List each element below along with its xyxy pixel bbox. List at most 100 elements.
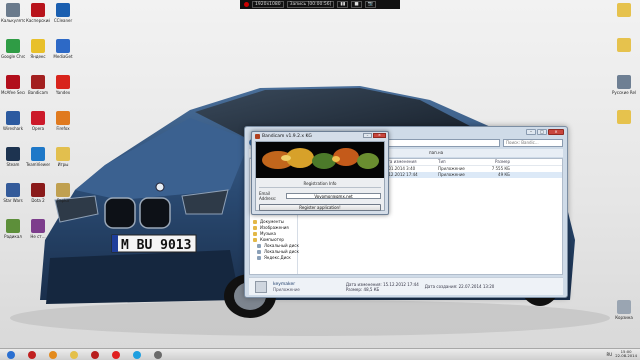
clock-date: 22.08.2014: [615, 353, 637, 358]
created-label: Дата создания:: [424, 284, 458, 289]
file-date: 15.12.2012 17:44: [382, 172, 418, 177]
desktop-icon-label: TeamViewer: [26, 162, 50, 167]
desktop-icon[interactable]: McAfee Security Sc…: [1, 75, 25, 95]
app-icon: [56, 75, 70, 89]
desktop-icon[interactable]: Игры: [51, 147, 75, 167]
col-date[interactable]: Дата изменения: [382, 159, 438, 165]
taskbar-app-icon: [111, 350, 120, 359]
email-field[interactable]: [286, 193, 381, 199]
desktop-icon-label: Яндекс: [30, 54, 46, 59]
app-icon: [31, 75, 45, 89]
clock[interactable]: 15:00 22.08.2014: [615, 349, 637, 359]
maximize-icon[interactable]: □: [537, 129, 547, 135]
explorer-task[interactable]: [65, 350, 82, 360]
minimize-icon[interactable]: –: [363, 133, 372, 138]
recycle-bin-icon[interactable]: Корзина: [612, 300, 636, 320]
skype-task[interactable]: [128, 350, 145, 360]
cs-task[interactable]: [44, 350, 61, 360]
recorder-bar: 1920x1080 Запись [00:00:56] ▮▮ ■ 📷: [240, 0, 400, 9]
bandicam-task[interactable]: [23, 350, 40, 360]
app-icon: [6, 183, 20, 197]
desktop-icon-label: Star Wars: [3, 198, 23, 203]
desktop-icon-label: Wireshark: [2, 126, 24, 131]
created-value: 22.07.2014 13:20: [458, 284, 495, 289]
desktop-icon[interactable]: Касперский: [26, 3, 50, 23]
desktop-icon[interactable]: Yandex: [51, 75, 75, 95]
col-size[interactable]: Размер: [480, 159, 510, 165]
desktop-icon[interactable]: MediaGet: [51, 39, 75, 59]
desktop-icon[interactable]: Google Chrome: [1, 39, 25, 59]
app-icon: [56, 39, 70, 53]
register-button[interactable]: Register application!: [259, 204, 381, 211]
window-controls: – □ ×: [526, 129, 564, 135]
pause-icon[interactable]: ▮▮: [337, 1, 349, 8]
app-icon: [56, 111, 70, 125]
col-type[interactable]: Тип: [438, 159, 480, 165]
close-icon[interactable]: ×: [373, 133, 386, 138]
details-type: Приложение: [273, 286, 300, 292]
keymaker-dialog[interactable]: Bandicam v1.9.2.x KG – × Registration In…: [251, 131, 389, 215]
desktop-icon[interactable]: Opera: [26, 111, 50, 131]
desktop-icon[interactable]: Не ст…: [26, 219, 50, 239]
desktop-icon[interactable]: Steam: [1, 147, 25, 167]
dialog-title: Bandicam v1.9.2.x KG: [262, 133, 312, 139]
app-icon: [617, 38, 631, 52]
folder-icon[interactable]: [612, 38, 636, 53]
desktop-icon-label: Yandex: [55, 90, 71, 95]
desktop-icon[interactable]: Dota 2: [26, 183, 50, 203]
stop-icon[interactable]: ■: [351, 1, 362, 8]
app-icon: [6, 75, 20, 89]
recorder-status: Запись [00:00:56]: [286, 1, 335, 8]
app-icon: [6, 219, 20, 233]
desktop-icon[interactable]: Радикал: [1, 219, 25, 239]
start-button[interactable]: [2, 350, 19, 360]
desktop-icon[interactable]: Wireshark: [1, 111, 25, 131]
camera-icon[interactable]: 📷: [364, 1, 377, 8]
desktop-icon-label: Papka: [57, 198, 69, 203]
search-input[interactable]: Поиск: Bandic...: [503, 139, 563, 147]
folder-icon[interactable]: Русские Release: [612, 75, 636, 95]
taskbar-app-icon: [27, 350, 36, 359]
desktop-icon[interactable]: Star Wars: [1, 183, 25, 203]
desktop-icon-label: Steam: [6, 162, 20, 167]
app-icon: [617, 3, 631, 17]
desktop-icon-label: Bandicam: [28, 90, 48, 95]
taskbar-app-icon: [69, 350, 78, 359]
desktop-icon[interactable]: Papka: [51, 183, 75, 203]
record-icon[interactable]: [244, 2, 249, 7]
desktop-icon-label: McAfee Security Sc…: [1, 90, 25, 95]
folder-icon[interactable]: [612, 110, 636, 125]
app-icon: [31, 183, 45, 197]
language-indicator[interactable]: RU: [607, 352, 613, 357]
app-icon: [617, 110, 631, 124]
app-icon: [6, 3, 20, 17]
desktop-icon[interactable]: Bandicam: [26, 75, 50, 95]
desktop-icon[interactable]: CCleaner: [51, 3, 75, 23]
folder-icon[interactable]: [612, 3, 636, 18]
desktop-icon[interactable]: Firefox: [51, 111, 75, 131]
bandicam2-task[interactable]: [86, 350, 103, 360]
system-tray: RU 15:00 22.08.2014: [607, 348, 637, 360]
size-value: 48,5 КБ: [363, 286, 380, 292]
app-icon: [56, 3, 70, 17]
app-icon: [6, 39, 20, 53]
app-icon: [31, 111, 45, 125]
nav-item[interactable]: Яндекс.Диск: [250, 255, 297, 261]
modified-value: 15.12.2012 17:44: [383, 281, 419, 287]
desktop-icon[interactable]: TeamViewer: [26, 147, 50, 167]
recorder-resolution: 1920x1080: [252, 1, 284, 8]
app-icon: [617, 300, 631, 314]
taskbar-app-icon: [153, 350, 162, 359]
yandex-task[interactable]: [107, 350, 124, 360]
close-icon[interactable]: ×: [548, 129, 564, 135]
desktop-icon-label: Радикал: [4, 234, 22, 239]
desktop-icon-label: Калькулятор: [1, 18, 25, 23]
app-icon: [31, 3, 45, 17]
banner-graphic: [262, 148, 379, 169]
app-icon: [31, 39, 45, 53]
minimize-icon[interactable]: –: [526, 129, 536, 135]
desktop-icon[interactable]: Калькулятор: [1, 3, 25, 23]
keymaker-task[interactable]: [149, 350, 166, 360]
app-icon: [56, 183, 70, 197]
desktop-icon[interactable]: Яндекс: [26, 39, 50, 59]
